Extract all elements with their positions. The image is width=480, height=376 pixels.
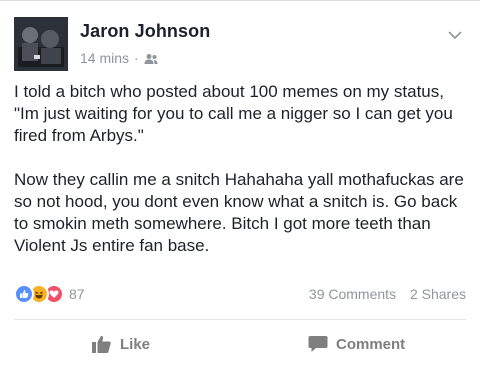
comments-shares: 39 Comments 2 Shares (309, 286, 466, 302)
avatar[interactable] (14, 17, 68, 71)
post-time[interactable]: 14 mins (80, 50, 129, 66)
shares-count[interactable]: 2 Shares (410, 286, 466, 302)
comment-icon (308, 336, 328, 352)
comment-button[interactable]: Comment (308, 335, 405, 353)
thumbs-up-icon (92, 335, 111, 353)
like-reaction-icon (14, 284, 34, 304)
post-header: Jaron Johnson 14 mins · (14, 17, 466, 71)
comments-count[interactable]: 39 Comments (309, 286, 396, 302)
reactions-summary[interactable]: 87 (14, 284, 85, 304)
post-card: Jaron Johnson 14 mins · I told a bitch w… (0, 0, 480, 376)
post-body: I told a bitch who posted about 100 meme… (14, 81, 470, 279)
post-paragraph: I told a bitch who posted about 100 meme… (14, 82, 453, 145)
reaction-count: 87 (69, 286, 85, 302)
post-paragraph: Now they callin me a snitch Hahahaha yal… (14, 170, 464, 255)
chevron-down-icon[interactable] (448, 27, 462, 40)
divider (14, 319, 466, 320)
like-label: Like (120, 335, 151, 353)
like-button[interactable]: Like (92, 335, 150, 353)
post-actions: Like Comment (0, 327, 480, 367)
post-stats: 87 39 Comments 2 Shares (14, 283, 466, 305)
post-meta: 14 mins · (80, 50, 158, 66)
meta-separator: · (134, 50, 139, 66)
friends-icon[interactable] (144, 52, 158, 64)
author-name[interactable]: Jaron Johnson (80, 21, 210, 42)
comment-label: Comment (336, 335, 406, 353)
